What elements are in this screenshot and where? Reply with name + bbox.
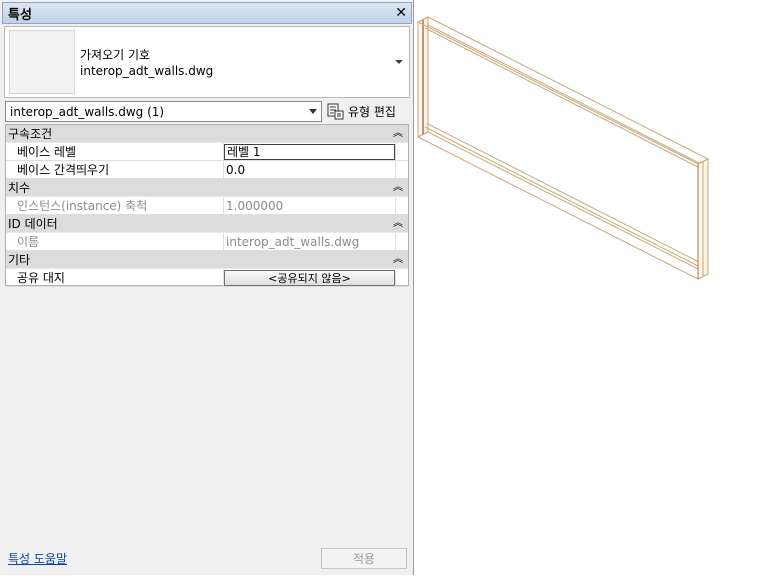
group-header-other[interactable]: 기타 ︽ [6, 251, 408, 269]
collapse-icon[interactable]: ︽ [393, 218, 403, 229]
3d-view-canvas[interactable] [415, 0, 779, 575]
base-offset-value[interactable]: 0.0 [224, 161, 396, 178]
instance-filter-dropdown[interactable]: interop_adt_walls.dwg (1) [5, 101, 322, 122]
property-name: 베이스 간격띄우기 [6, 161, 224, 178]
name-value: interop_adt_walls.dwg [224, 233, 396, 250]
properties-grid: 구속조건 ︽ 베이스 레벨 베이스 간격띄우기 0.0 치수 ︽ 인스턴스(in… [5, 124, 409, 287]
group-header-identity-data[interactable]: ID 데이터 ︽ [6, 215, 408, 233]
type-selector-text: 가져오기 기호 interop_adt_walls.dwg [80, 47, 213, 79]
type-selector[interactable]: 가져오기 기호 interop_adt_walls.dwg [4, 26, 410, 98]
group-label: 기타 [8, 253, 31, 267]
close-icon[interactable]: ✕ [395, 6, 407, 20]
group-label: 구속조건 [8, 127, 53, 141]
type-name-label: interop_adt_walls.dwg [80, 64, 214, 78]
edit-type-icon [327, 103, 344, 120]
edit-type-label: 유형 편집 [348, 105, 396, 119]
wall-bottom-band [416, 131, 710, 280]
property-row-base-offset: 베이스 간격띄우기 0.0 [6, 161, 408, 179]
instance-scale-value: 1.000000 [224, 197, 396, 214]
properties-help-link[interactable]: 특성 도움말 [8, 550, 67, 567]
group-header-dimensions[interactable]: 치수 ︽ [6, 179, 408, 197]
properties-palette: 특성 ✕ 가져오기 기호 interop_adt_walls.dwg inter… [0, 0, 414, 575]
property-name: 공유 대지 [6, 269, 224, 286]
property-name: 베이스 레벨 [6, 143, 224, 160]
shared-site-button[interactable]: <공유되지 않음> [224, 269, 395, 286]
property-name: 인스턴스(instance) 축척 [6, 197, 224, 214]
group-label: 치수 [8, 181, 31, 195]
property-row-base-level: 베이스 레벨 [6, 143, 408, 161]
wall-top-band [416, 16, 710, 165]
property-row-name: 이름 interop_adt_walls.dwg [6, 233, 408, 251]
palette-title: 특성 [8, 7, 32, 23]
base-level-input[interactable] [224, 143, 395, 160]
collapse-icon[interactable]: ︽ [393, 128, 403, 139]
group-label: ID 데이터 [8, 217, 58, 231]
property-name: 이름 [6, 233, 224, 250]
property-row-instance-scale: 인스턴스(instance) 축척 1.000000 [6, 197, 408, 215]
type-preview-thumbnail [9, 30, 75, 94]
apply-button[interactable]: 적용 [321, 548, 407, 569]
palette-title-bar[interactable]: 특성 ✕ [2, 2, 412, 24]
dropdown-arrow-icon[interactable] [309, 109, 317, 114]
edit-type-button[interactable]: 유형 편집 [327, 101, 407, 122]
collapse-icon[interactable]: ︽ [393, 254, 403, 265]
group-header-constraints[interactable]: 구속조건 ︽ [6, 125, 408, 143]
property-row-shared-site: 공유 대지 <공유되지 않음> [6, 269, 408, 287]
chevron-down-icon[interactable] [395, 60, 403, 64]
collapse-icon[interactable]: ︽ [393, 182, 403, 193]
type-family-label: 가져오기 기호 [80, 48, 151, 62]
wall-model-drawing [416, 16, 710, 280]
instance-filter-value: interop_adt_walls.dwg (1) [10, 104, 165, 119]
